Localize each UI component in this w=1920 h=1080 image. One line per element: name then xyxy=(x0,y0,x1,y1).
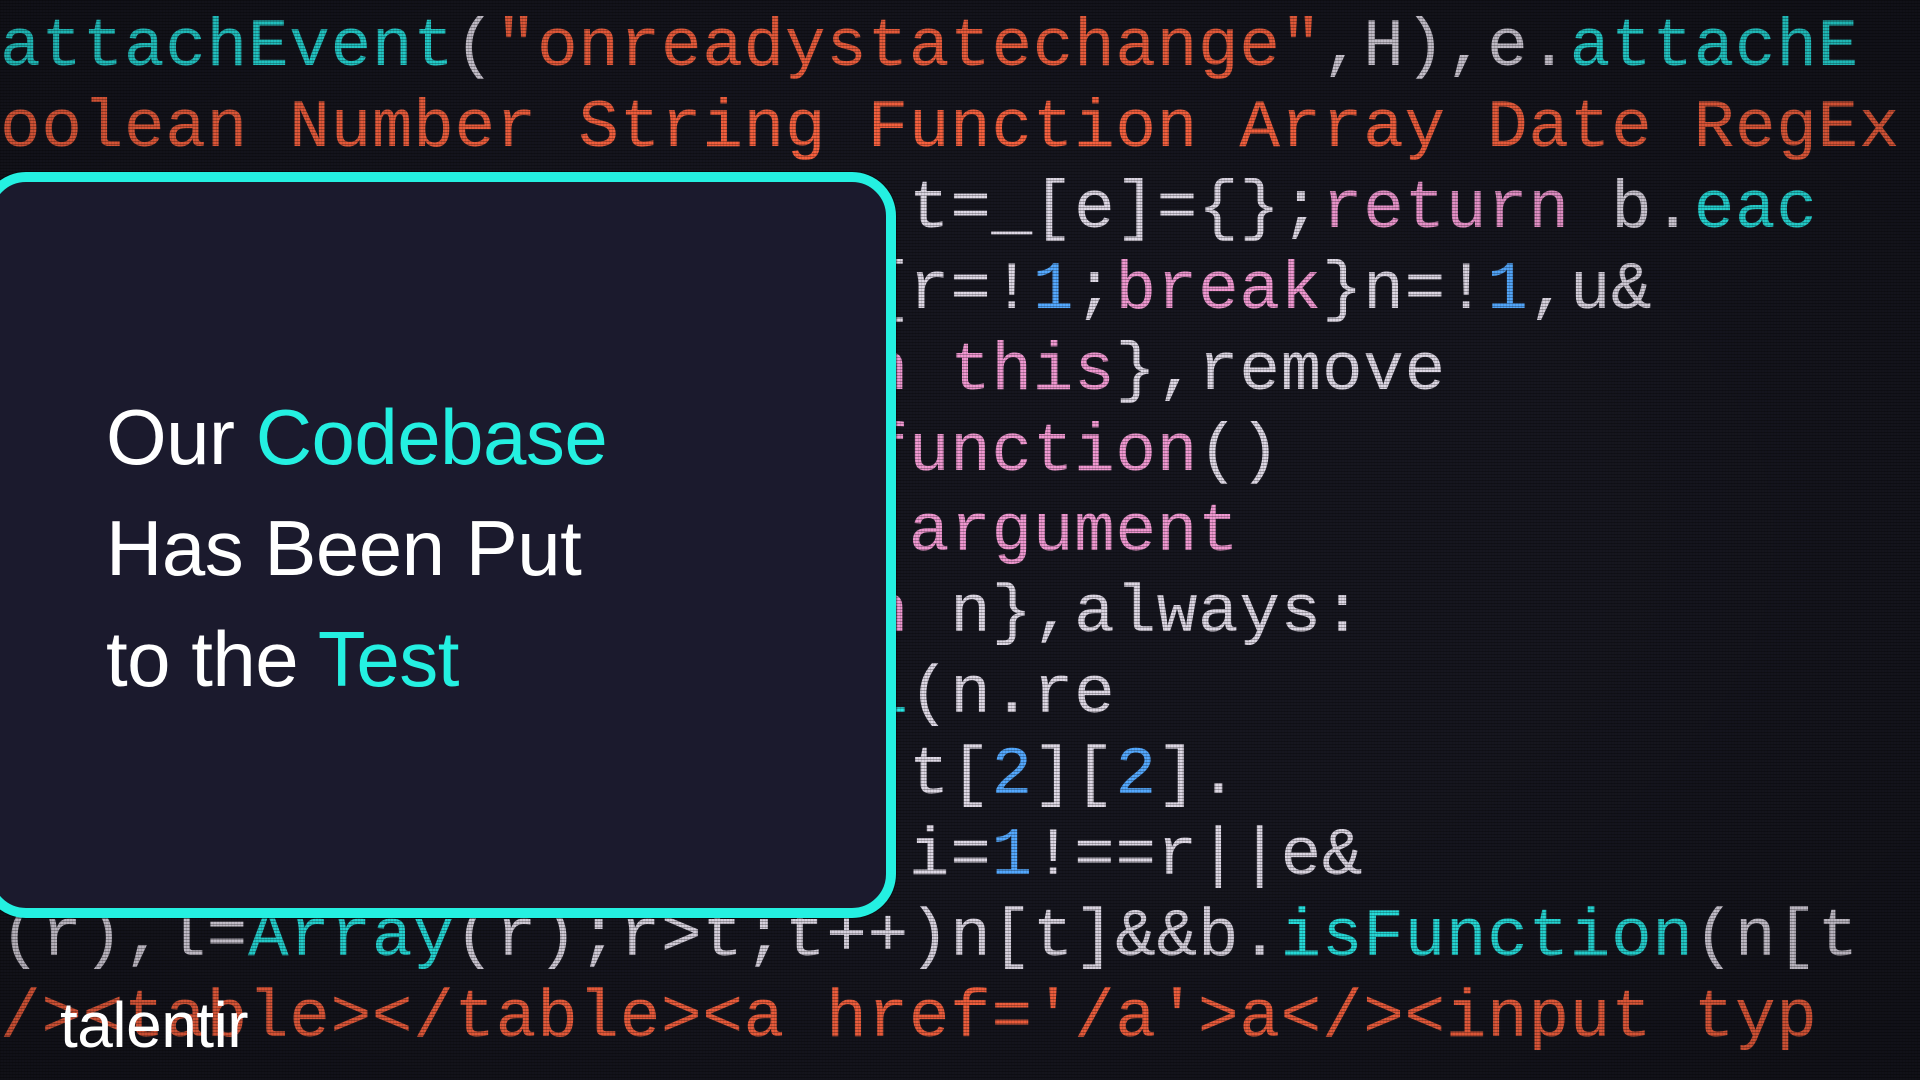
code-line: oolean Number String Function Array Date… xyxy=(0,89,1920,170)
headline-card: Our Codebase Has Been Put to the Test xyxy=(0,172,896,918)
headline-part: Our xyxy=(106,393,256,481)
code-line: attachEvent("onreadystatechange",H),e.at… xyxy=(0,8,1920,89)
headline-accent: Test xyxy=(318,615,459,703)
headline-accent: Codebase xyxy=(256,393,608,481)
headline-part: to the xyxy=(106,615,318,703)
headline-part: Has Been Put xyxy=(106,504,581,592)
headline-text: Our Codebase Has Been Put to the Test xyxy=(106,382,796,714)
code-line: /><table></table><a href='/a'>a</><input… xyxy=(0,979,1920,1060)
brand-logo: talentir xyxy=(60,988,248,1062)
